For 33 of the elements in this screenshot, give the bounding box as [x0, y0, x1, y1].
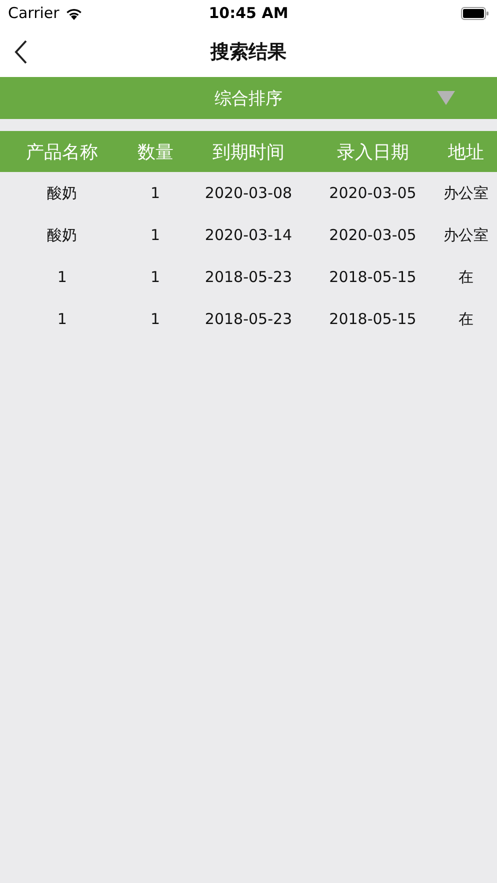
- table-cell-text: 1: [56, 310, 68, 328]
- wifi-icon: [65, 6, 84, 20]
- table-cell-text: 2020-03-05: [328, 226, 418, 244]
- table-cell-text: 在: [457, 268, 474, 286]
- back-icon[interactable]: [14, 40, 28, 64]
- column-header: 数量: [136, 140, 174, 164]
- column-header: 产品名称: [25, 140, 100, 164]
- table-cell-text: 2018-05-23: [204, 268, 294, 286]
- sort-dropdown[interactable]: 综合排序: [0, 77, 497, 119]
- table-cell-text: 酸奶: [46, 226, 78, 244]
- column-header: 地址: [446, 140, 485, 164]
- table-cell-text: 2020-03-08: [204, 184, 294, 202]
- clock-time: 10:45 AM: [208, 4, 288, 22]
- page-title: 搜索结果: [210, 40, 286, 64]
- table-cell-text: 1: [56, 268, 68, 286]
- table-cell-text: 1: [150, 226, 162, 244]
- carrier-label: Carrier: [8, 4, 60, 22]
- table-cell-text: 办公室: [442, 226, 490, 244]
- table-cell-text: 1: [150, 310, 162, 328]
- table-cell-text: 2018-05-23: [204, 310, 294, 328]
- column-header: 录入日期: [336, 140, 410, 164]
- battery-icon: [461, 6, 489, 20]
- table-cell-text: 酸奶: [46, 184, 78, 202]
- dropdown-icon: [437, 91, 455, 105]
- table-cell-text: 在: [457, 310, 474, 328]
- table-cell-text: 2020-03-05: [328, 184, 418, 202]
- table-cell-text: 1: [150, 184, 162, 202]
- table-cell-text: 办公室: [442, 184, 490, 202]
- table-cell-text: 2018-05-15: [328, 310, 418, 328]
- table-cell-text: 2018-05-15: [328, 268, 418, 286]
- table-cell-text: 2020-03-14: [204, 226, 294, 244]
- column-header: 到期时间: [212, 140, 286, 164]
- table-cell-text: 1: [150, 268, 162, 286]
